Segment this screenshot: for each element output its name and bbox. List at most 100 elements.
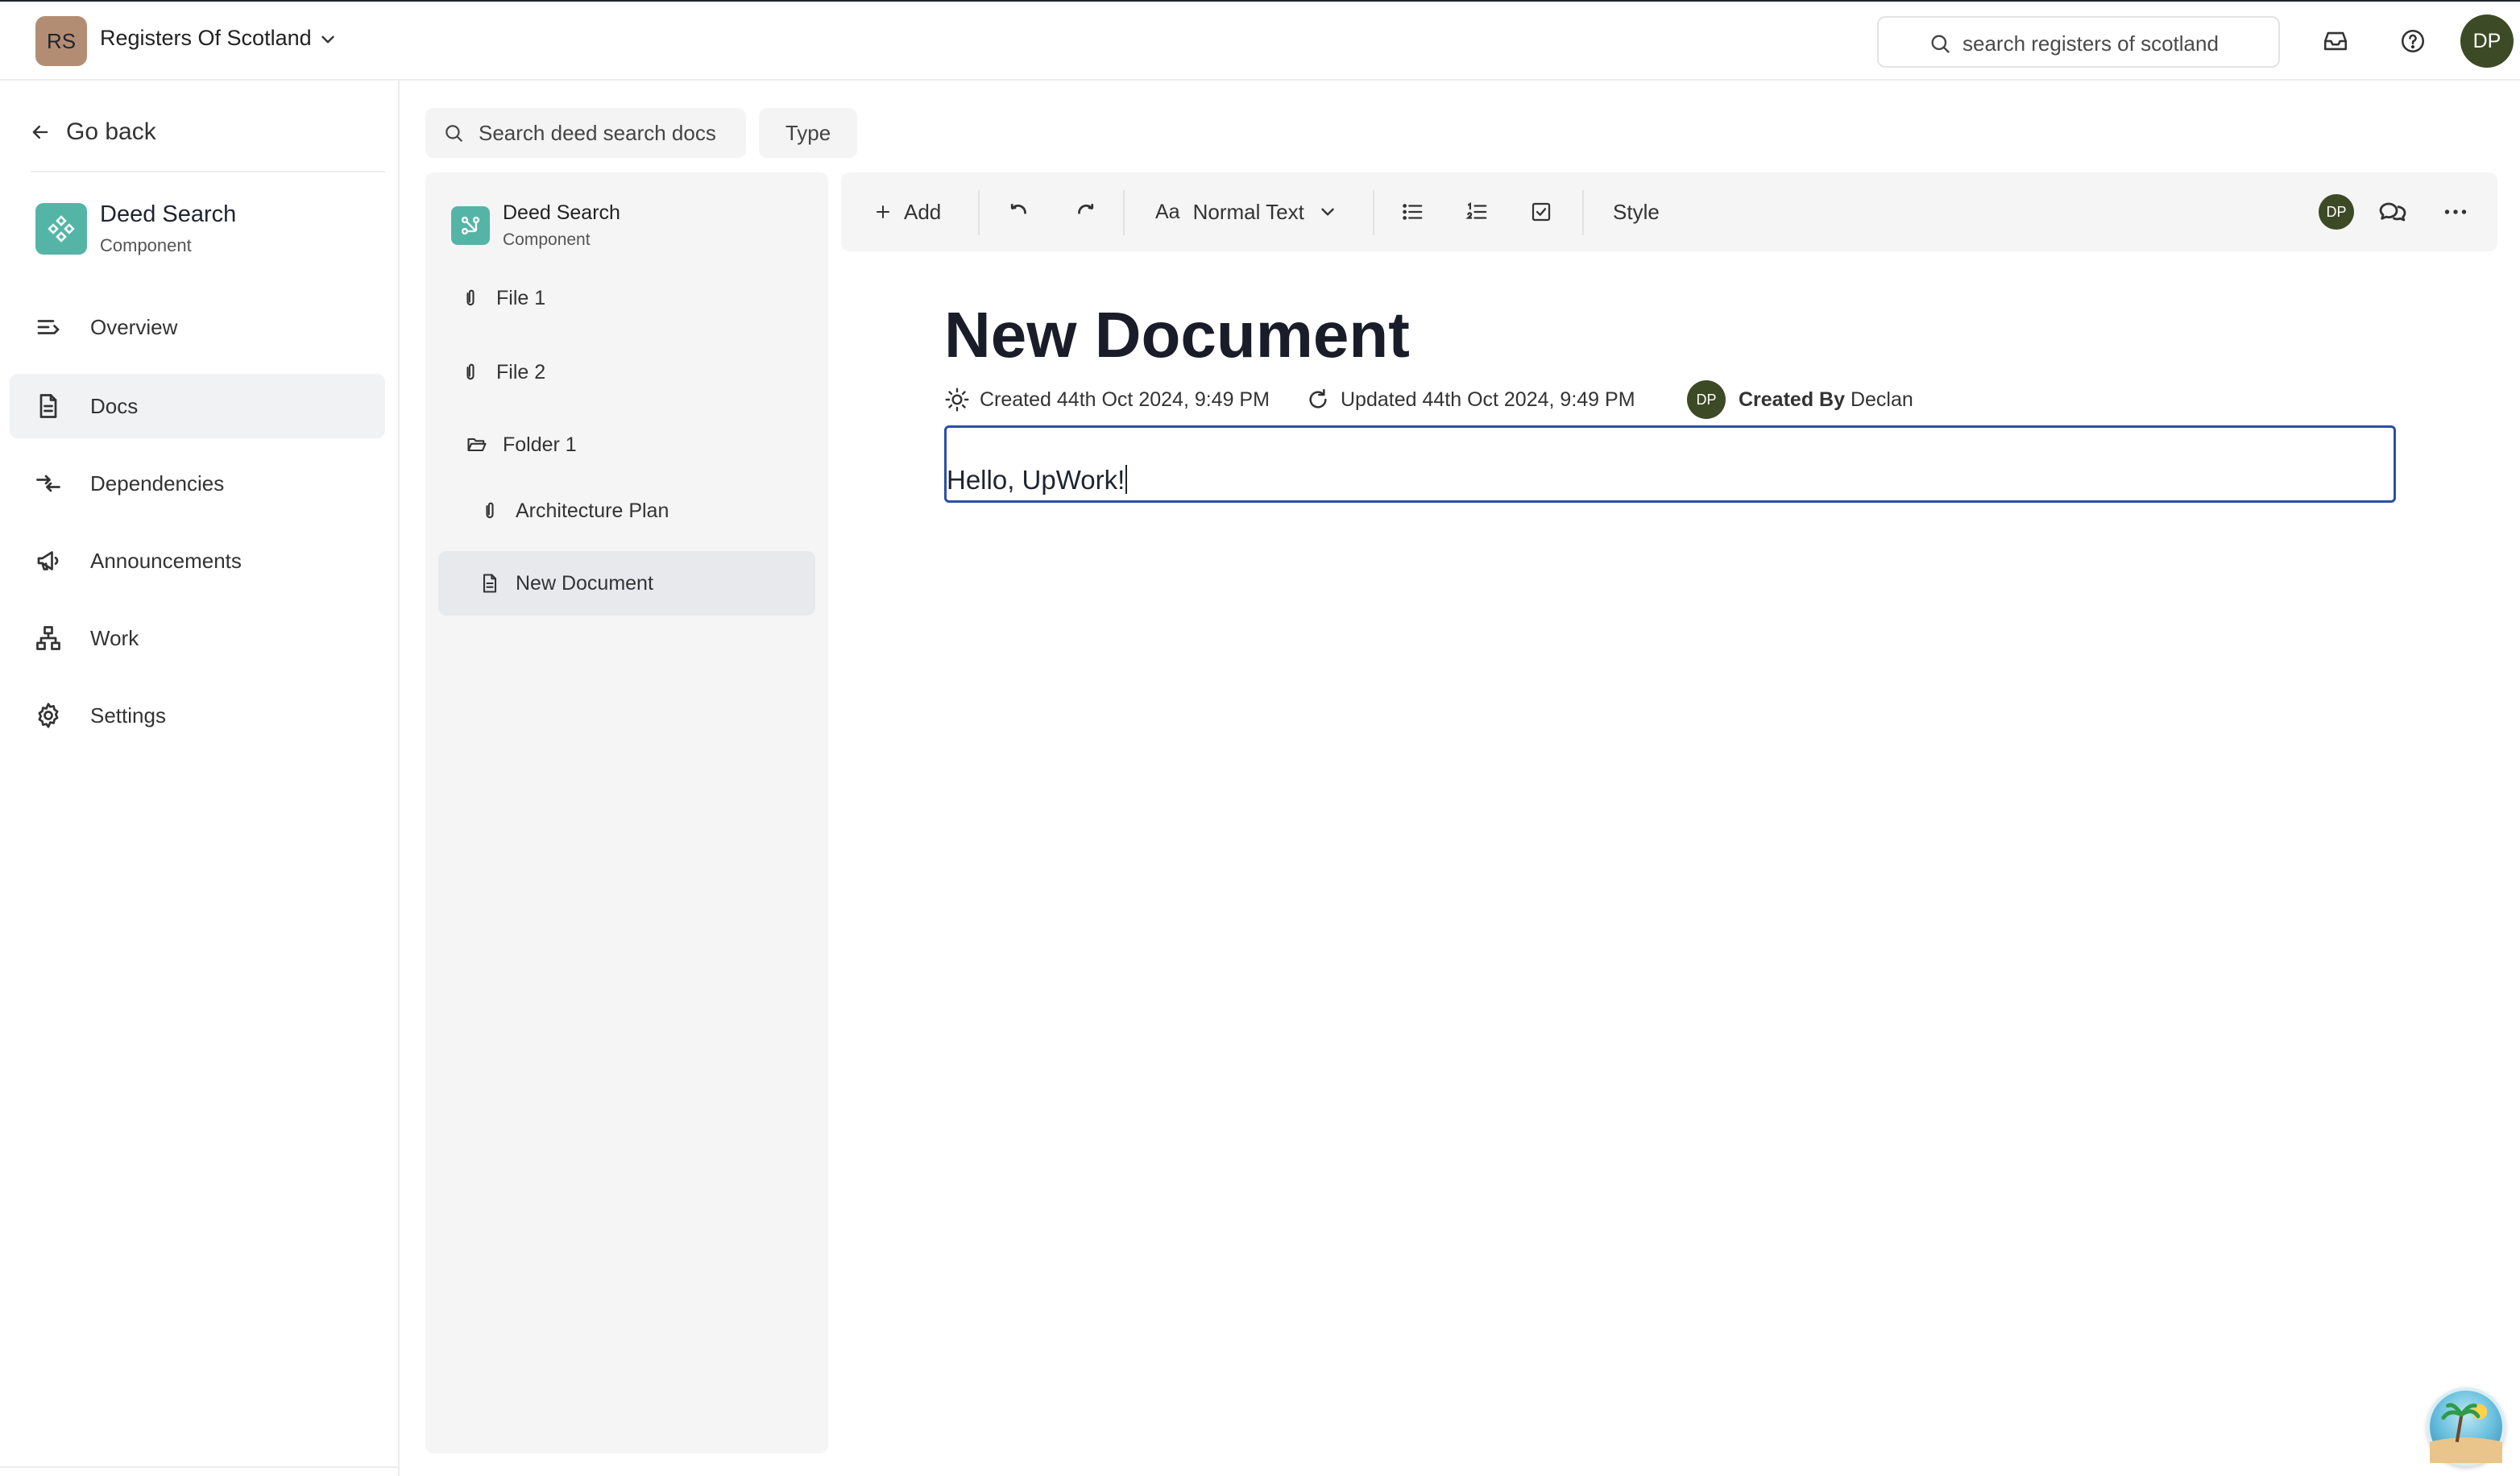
tree-item-new-document[interactable]: New Document [438, 551, 815, 616]
hierarchy-icon [36, 626, 60, 650]
comments-button[interactable] [2377, 172, 2409, 251]
sidebar-item-announcements[interactable]: Announcements [10, 529, 385, 593]
chevron-down-icon [1321, 208, 1334, 216]
created-by-name: Declan [1850, 388, 1913, 411]
sidebar-item-label: Docs [90, 393, 139, 418]
tree-root-type: Component [503, 230, 591, 249]
component-name: Deed Search [100, 201, 237, 227]
search-icon [446, 125, 462, 142]
checklist-button[interactable] [1529, 172, 1553, 251]
help-icon[interactable] [2399, 27, 2427, 55]
paperclip-icon [466, 363, 475, 380]
updated-meta: Updated 44th Oct 2024, 9:49 PM [1305, 384, 1635, 416]
avatar: DP [2319, 194, 2354, 230]
created-date: Created 44th Oct 2024, 9:49 PM [980, 388, 1270, 411]
bullet-list-button[interactable] [1400, 172, 1424, 251]
megaphone-icon [37, 551, 59, 570]
tree-item-file-2[interactable]: File 2 [433, 340, 820, 404]
created-by-label: Created By [1739, 388, 1845, 411]
style-label: Style [1613, 199, 1660, 224]
sidebar-item-dependencies[interactable]: Dependencies [10, 451, 385, 516]
sun-icon [945, 388, 969, 412]
component-icon [35, 203, 87, 255]
refresh-icon [1309, 388, 1327, 408]
sidebar-item-docs[interactable]: Docs [10, 374, 385, 438]
document-icon [39, 394, 57, 418]
tree-item-file-1[interactable]: File 1 [433, 266, 820, 330]
user-avatar[interactable]: DP [2460, 15, 2514, 68]
global-search-input[interactable] [1963, 29, 2269, 58]
tree-root-name[interactable]: Deed Search [503, 201, 620, 225]
inbox-icon[interactable] [2322, 27, 2349, 55]
search-icon [1931, 35, 1950, 53]
paperclip-icon [486, 502, 494, 519]
go-back-button[interactable]: Go back [29, 116, 156, 148]
org-switcher-label[interactable]: Registers Of Scotland [100, 26, 312, 51]
go-back-label: Go back [66, 118, 156, 145]
redo-icon [1078, 203, 1094, 214]
tree-item-label: File 1 [496, 286, 546, 309]
divider [1123, 190, 1125, 235]
add-label: Add [904, 199, 942, 224]
tree-item-folder-1[interactable]: Folder 1 [433, 413, 820, 477]
add-button[interactable]: Add [873, 172, 941, 251]
divider [1373, 190, 1374, 235]
text-style-label: Normal Text [1192, 199, 1304, 224]
divider [978, 190, 980, 235]
type-filter-button[interactable]: Type [759, 108, 857, 158]
redo-button[interactable] [1073, 172, 1097, 251]
document-editor[interactable]: Hello, UpWork! [944, 425, 2396, 503]
more-horizontal-icon [2444, 209, 2467, 214]
sidebar-item-label: Announcements [90, 548, 242, 573]
top-bar: RS Registers Of Scotland DP [0, 0, 2520, 81]
document-title[interactable]: New Document [944, 298, 1410, 372]
dependencies-icon [36, 475, 60, 492]
chevron-down-icon[interactable] [317, 29, 338, 50]
component-type: Component [100, 235, 192, 255]
sidebar-item-overview[interactable]: Overview [10, 295, 385, 359]
docs-search-input[interactable] [479, 118, 736, 148]
editor-toolbar: Add Aa Normal Text Style DP [841, 172, 2497, 251]
updated-date: Updated 44th Oct 2024, 9:49 PM [1341, 388, 1635, 411]
undo-icon [1010, 203, 1026, 214]
tree-item-label: File 2 [496, 360, 546, 384]
divider [0, 1466, 400, 1468]
sidebar-item-work[interactable]: Work [10, 606, 385, 670]
gear-icon [38, 703, 59, 728]
tree-item-label: New Document [516, 571, 653, 595]
checkbox-icon [1531, 202, 1551, 222]
author-meta: DP Created By Declan [1687, 380, 1913, 419]
tree-item-label: Architecture Plan [516, 499, 669, 522]
collaborator-avatar[interactable]: DP [2319, 172, 2354, 251]
paperclip-icon [466, 289, 475, 306]
divider [1582, 190, 1584, 235]
sidebar: Go back Deed Search Component Overview D… [0, 81, 400, 1476]
plus-icon [877, 205, 889, 218]
org-avatar[interactable]: RS [35, 16, 87, 66]
divider [31, 171, 385, 172]
assistant-launcher-icon[interactable] [2427, 1387, 2505, 1466]
more-options-button[interactable] [2441, 172, 2470, 251]
sidebar-item-label: Work [90, 625, 139, 650]
avatar: DP [1687, 380, 1726, 419]
numbered-list-button[interactable] [1465, 172, 1489, 251]
tree-item-label: Folder 1 [503, 433, 577, 456]
document-icon [483, 574, 497, 593]
numbered-list-icon [1465, 201, 1487, 219]
created-meta: Created 44th Oct 2024, 9:49 PM [944, 384, 1270, 416]
text-style-dropdown[interactable]: Aa Normal Text [1155, 172, 1338, 251]
style-button[interactable]: Style [1613, 172, 1660, 251]
sidebar-item-label: Overview [90, 314, 178, 339]
component-icon [451, 206, 490, 245]
tree-item-architecture-plan[interactable]: Architecture Plan [433, 479, 820, 543]
font-icon: Aa [1155, 200, 1180, 223]
bullet-list-icon [1403, 204, 1423, 220]
arrow-left-icon [32, 125, 48, 139]
docs-search[interactable] [425, 108, 746, 158]
sidebar-item-settings[interactable]: Settings [10, 683, 385, 748]
sidebar-item-label: Dependencies [90, 471, 225, 495]
global-search[interactable] [1877, 16, 2280, 68]
docs-tree: Deed Search Component File 1 File 2 Fold… [425, 172, 828, 1453]
text-caret [1125, 465, 1128, 494]
undo-button[interactable] [1007, 172, 1031, 251]
